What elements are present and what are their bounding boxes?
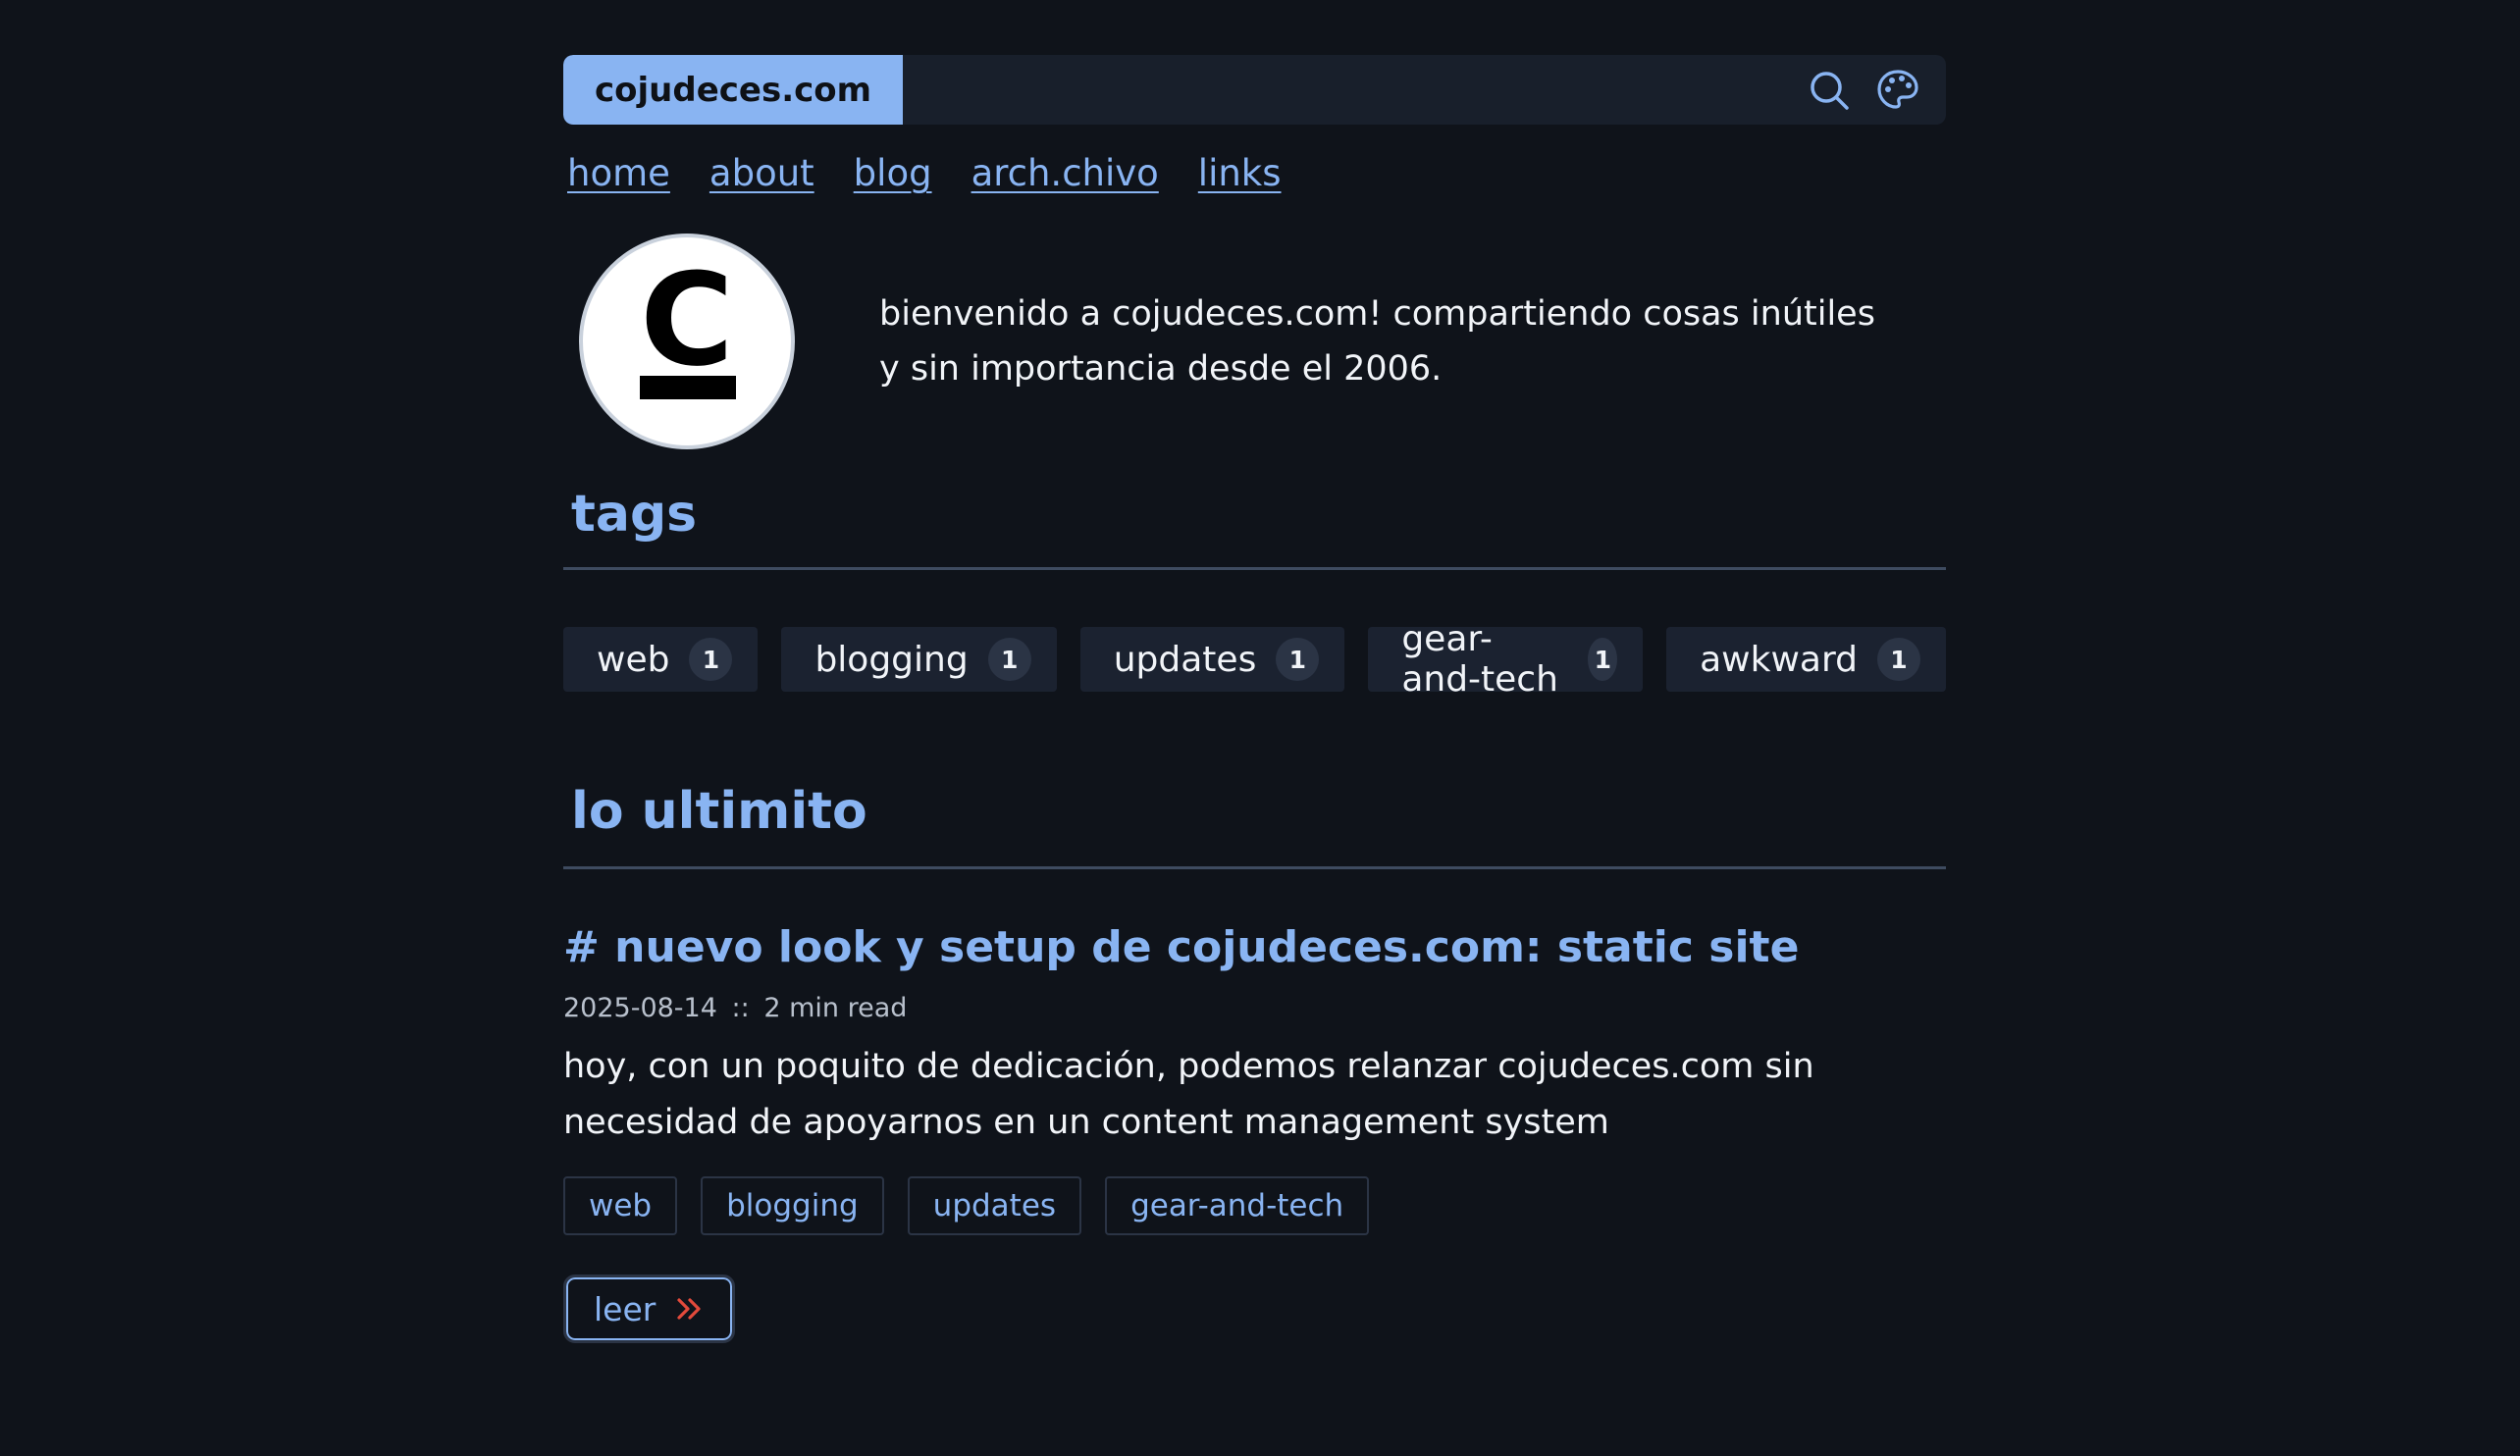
tag-name: awkward <box>1700 639 1858 680</box>
latest-title: lo ultimito <box>571 782 867 841</box>
read-more-label: leer <box>594 1289 656 1328</box>
tag-name: updates <box>1113 639 1257 680</box>
tag-name: web <box>597 639 670 680</box>
tags-section-header: tags <box>563 489 1946 570</box>
avatar: C <box>579 234 795 449</box>
post-tag-updates[interactable]: updates <box>907 1176 1082 1236</box>
palette-icon[interactable] <box>1875 68 1920 113</box>
tag-count: 1 <box>1588 638 1618 681</box>
avatar-letter: C <box>640 268 733 394</box>
tag-count: 1 <box>987 638 1031 681</box>
search-icon[interactable] <box>1807 68 1852 113</box>
tag-count: 1 <box>1877 638 1920 681</box>
tag-count: 1 <box>689 638 733 681</box>
site-logo-link[interactable]: cojudeces.com <box>563 55 904 125</box>
site-logo-mark: C <box>640 268 736 399</box>
tag-pill-blogging[interactable]: blogging 1 <box>781 627 1057 692</box>
post-date: 2025-08-14 <box>563 993 717 1024</box>
nav-link-about[interactable]: about <box>709 152 814 194</box>
top-bar-actions <box>1807 68 1946 113</box>
post-title-link[interactable]: # nuevo look y setup de cojudeces.com: s… <box>563 923 1946 971</box>
tag-pill-gear-and-tech[interactable]: gear-and-tech 1 <box>1368 619 1644 700</box>
post-tag-blogging[interactable]: blogging <box>701 1176 884 1236</box>
post-card: # nuevo look y setup de cojudeces.com: s… <box>563 923 1946 1344</box>
top-bar: cojudeces.com <box>563 55 1946 125</box>
tag-name: gear-and-tech <box>1401 619 1558 700</box>
post-meta: 2025-08-14 :: 2 min read <box>563 993 1946 1023</box>
tags-list: web 1 blogging 1 updates 1 gear-and-tech… <box>563 619 1946 700</box>
tag-count: 1 <box>1276 638 1320 681</box>
section-divider <box>563 866 1946 869</box>
main-nav: home about blog arch.chivo links <box>563 152 1946 194</box>
intro: C bienvenido a cojudeces.com! compartien… <box>563 234 1946 449</box>
tag-pill-web[interactable]: web 1 <box>563 627 759 692</box>
post-read-time: 2 min read <box>763 993 908 1024</box>
double-chevron-right-icon <box>675 1295 705 1323</box>
page: cojudeces.com home about blog arch.chivo… <box>563 0 1946 1344</box>
nav-link-links[interactable]: links <box>1198 152 1282 194</box>
nav-link-blog[interactable]: blog <box>854 152 932 194</box>
nav-link-home[interactable]: home <box>567 152 670 194</box>
section-divider <box>563 567 1946 570</box>
latest-section-header: lo ultimito <box>563 786 1946 869</box>
post-meta-separator: :: <box>731 993 750 1024</box>
post-tag-web[interactable]: web <box>563 1176 678 1236</box>
post-tags: web blogging updates gear-and-tech <box>563 1176 1946 1236</box>
post-summary: hoy, con un poquito de dedicación, podem… <box>563 1047 1814 1143</box>
post-tag-gear-and-tech[interactable]: gear-and-tech <box>1105 1176 1370 1236</box>
tag-pill-awkward[interactable]: awkward 1 <box>1666 627 1946 692</box>
tags-title: tags <box>571 485 698 544</box>
read-more-button[interactable]: leer <box>563 1274 736 1344</box>
tag-pill-updates[interactable]: updates 1 <box>1079 627 1345 692</box>
intro-text: bienvenido a cojudeces.com! compartiendo… <box>879 294 1875 389</box>
nav-link-archivo[interactable]: arch.chivo <box>971 152 1159 194</box>
tag-name: blogging <box>814 639 969 680</box>
